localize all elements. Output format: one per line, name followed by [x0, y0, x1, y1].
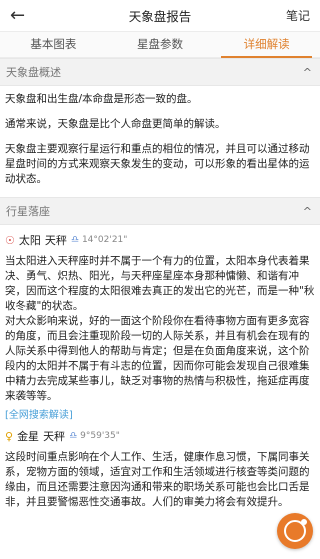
search-reading-link[interactable]: [全网搜索解读]: [5, 410, 73, 421]
planet-heading: ☉ 太阳 天秤 ♎ 14°02'21": [0, 225, 320, 252]
overview-paragraph: 天象盘和出生盘/本命盘是形态一致的盘。: [5, 93, 198, 105]
tab-detailed-reading[interactable]: 详细解读: [213, 32, 320, 58]
planet-name: 太阳: [18, 234, 41, 247]
planet-paragraph: 这段时间重点影响在个人工作、生活，健康作息习惯，下属同事关系，宠物方面的领域，适…: [5, 451, 310, 508]
libra-icon: ♎: [69, 431, 78, 441]
search-reading-link-wrap: [全网搜索解读]: [0, 404, 320, 421]
overview-paragraph: 天象盘主要观察行星运行和重点的相位的情况，并且可以通过移动星盘时间的方式来观察天…: [5, 143, 310, 185]
collapse-chevron-icon[interactable]: ^: [303, 66, 312, 79]
libra-icon: ♎: [70, 235, 79, 245]
sun-icon: ☉: [5, 233, 15, 247]
planet-paragraph: 对大众影响来说，好的一面这个阶段你在看待事物方面有更多宽容的角度，而且会注重现阶…: [5, 315, 310, 402]
top-bar: ← 天象盘报告 笔记: [0, 0, 320, 32]
section-title: 天象盘概述: [6, 66, 61, 79]
planet-paragraph: 当太阳进入天秤座时并不属于一个有力的位置，太阳本身代表着果决、勇气、炽热、阳光，…: [5, 255, 315, 312]
sign-name: 天秤: [44, 234, 67, 247]
sign-name: 天秤: [43, 430, 66, 443]
tab-basic-chart[interactable]: 基本图表: [0, 32, 107, 57]
page-title: 天象盘报告: [128, 9, 192, 24]
notes-button[interactable]: 笔记: [286, 7, 310, 24]
planet-degree: 14°02'21": [81, 235, 128, 245]
planet-entry-venus: ♀ 金星 天秤 ♎ 9°59'35" 这段时间重点影响在个人工作、生活，健康作息…: [0, 421, 320, 510]
section-header-overview[interactable]: 天象盘概述 ^: [0, 58, 320, 86]
tab-chart-params[interactable]: 星盘参数: [107, 32, 214, 57]
venus-icon: ♀: [5, 429, 14, 443]
tab-bar: 基本图表 星盘参数 详细解读: [0, 32, 320, 58]
planet-degree: 9°59'35": [80, 431, 120, 441]
planet-entry-sun: ☉ 太阳 天秤 ♎ 14°02'21" 当太阳进入天秤座时并不属于一个有力的位置…: [0, 225, 320, 422]
planet-heading: ♀ 金星 天秤 ♎ 9°59'35": [0, 421, 320, 448]
planet-name: 金星: [17, 430, 40, 443]
overview-paragraph: 通常来说，天象盘是比个人命盘更简单的解读。: [5, 118, 226, 130]
refresh-fab-button[interactable]: [277, 513, 313, 549]
collapse-chevron-icon[interactable]: ^: [303, 205, 312, 218]
section-header-planets[interactable]: 行星落座 ^: [0, 197, 320, 225]
section-title: 行星落座: [6, 205, 50, 218]
back-arrow-icon[interactable]: ←: [10, 6, 34, 25]
report-content[interactable]: 天象盘概述 ^ 天象盘和出生盘/本命盘是形态一致的盘。 通常来说，天象盘是比个人…: [0, 58, 320, 559]
refresh-icon: [284, 519, 307, 542]
